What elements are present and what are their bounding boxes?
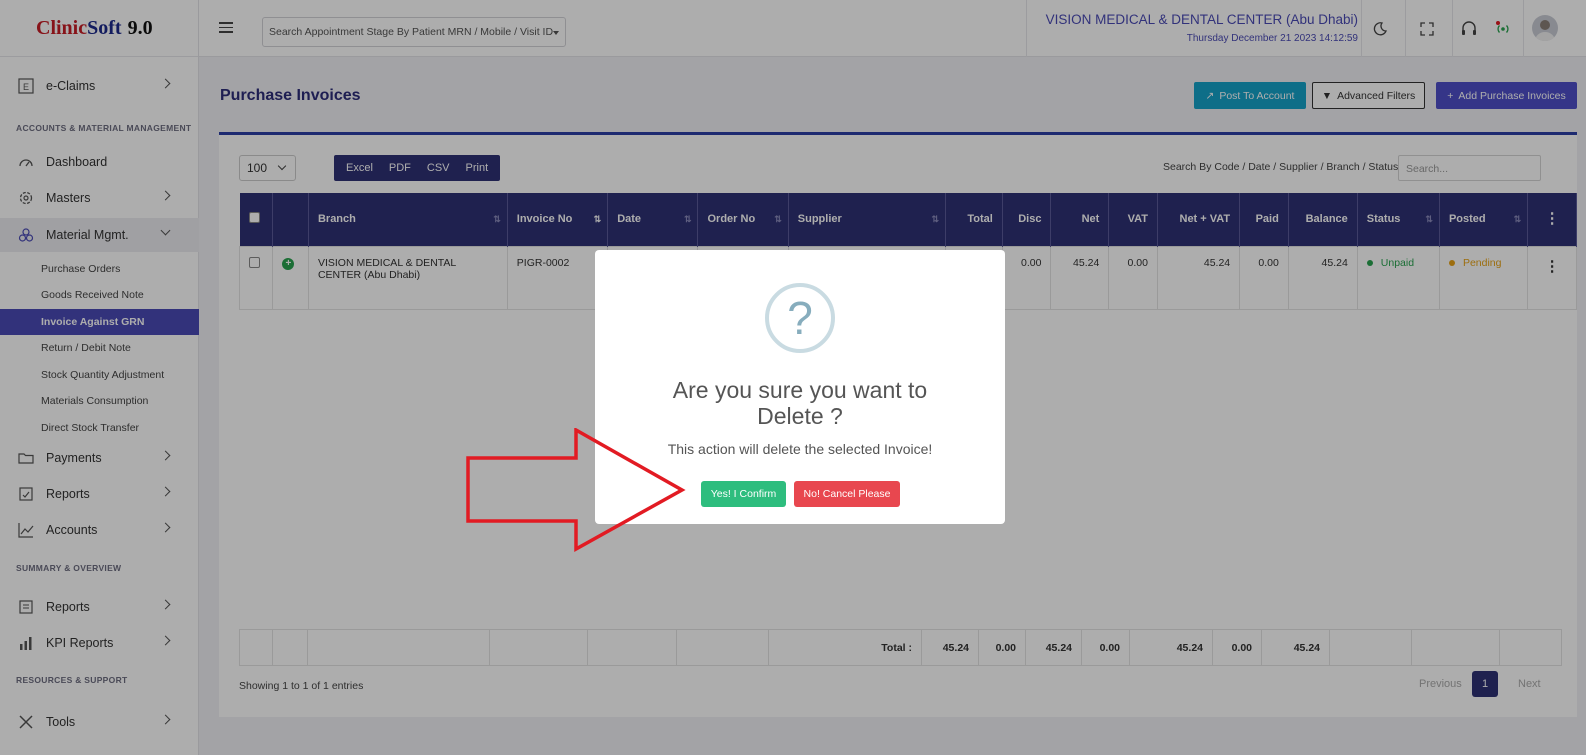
question-icon: ?: [765, 283, 835, 353]
dialog-title: Are you sure you want to Delete ?: [672, 377, 928, 429]
cancel-delete-button[interactable]: No! Cancel Please: [794, 481, 900, 507]
confirm-delete-button[interactable]: Yes! I Confirm: [701, 481, 786, 507]
annotation-arrow: [466, 428, 686, 552]
